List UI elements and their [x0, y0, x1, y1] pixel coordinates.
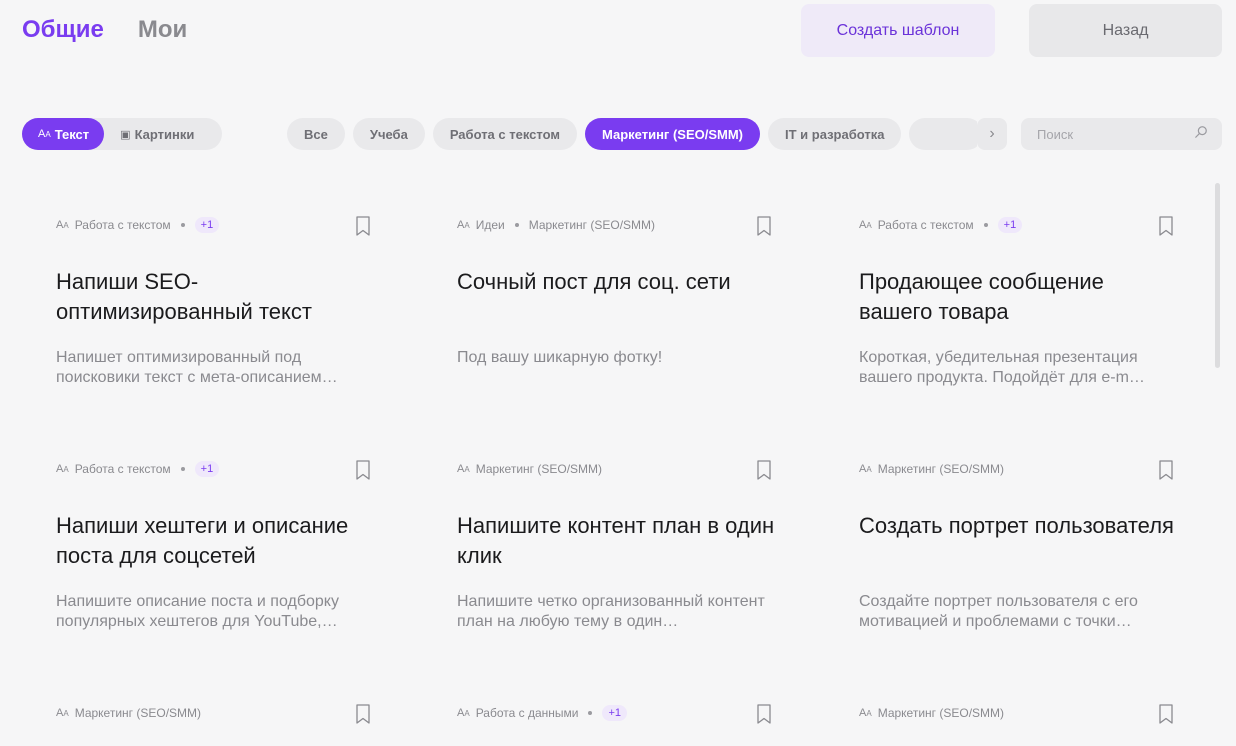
card-meta: AA Маркетинг (SEO/SMM) — [859, 700, 1177, 726]
text-icon: AA — [38, 128, 51, 140]
card-title: Напишите контент план в один клик — [457, 513, 775, 568]
card-meta: AA Работа с текстом +1 — [859, 212, 1177, 238]
category-chip-more[interactable] — [909, 118, 977, 150]
image-icon: ▣ — [120, 128, 131, 141]
chevron-right-icon[interactable]: › — [977, 118, 1007, 150]
search-icon[interactable] — [1194, 125, 1208, 144]
template-card[interactable]: AA Работа с текстом +1 Напиши хештеги и … — [56, 456, 374, 632]
card-category: Работа с текстом — [74, 462, 171, 476]
card-category: Работа с текстом — [877, 218, 974, 232]
separator-dot — [983, 223, 988, 227]
bookmark-icon[interactable] — [352, 702, 374, 726]
card-description: Напишет оптимизированный под поисковики … — [56, 349, 338, 386]
scrollbar[interactable] — [1215, 183, 1220, 368]
card-meta: AA Маркетинг (SEO/SMM) — [56, 700, 374, 726]
card-category: Маркетинг (SEO/SMM) — [475, 462, 603, 476]
card-description: Короткая, убедительная презентация вашег… — [859, 349, 1145, 386]
bookmark-icon[interactable] — [1155, 458, 1177, 482]
category-chip-all[interactable]: Все — [287, 118, 345, 150]
text-icon: AA — [859, 463, 872, 475]
category-chip-text-work[interactable]: Работа с текстом — [432, 118, 577, 150]
create-template-button[interactable]: Создать шаблон — [801, 4, 995, 57]
separator-dot — [180, 467, 185, 471]
bookmark-icon[interactable] — [352, 458, 374, 482]
template-card[interactable]: AA Маркетинг (SEO/SMM) — [859, 700, 1177, 726]
separator-dot — [180, 223, 185, 227]
bookmark-icon[interactable] — [753, 702, 775, 726]
card-category: Маркетинг (SEO/SMM) — [74, 706, 202, 720]
card-description: Напишите четко организованный контент пл… — [457, 593, 765, 630]
content-type-toggle: AA Текст ▣ Картинки — [22, 118, 222, 150]
template-card[interactable]: AA Маркетинг (SEO/SMM) Создать портрет п… — [859, 456, 1177, 632]
tab-general[interactable]: Общие — [22, 14, 104, 46]
extra-category-badge: +1 — [602, 705, 628, 721]
card-title: Создать портрет пользователя — [859, 513, 1174, 538]
card-category: Маркетинг (SEO/SMM) — [877, 706, 1005, 720]
card-description: Создайте портрет пользователя с его моти… — [859, 593, 1138, 630]
text-icon: AA — [457, 707, 470, 719]
search-input[interactable] — [1037, 126, 1177, 142]
text-icon: AA — [56, 219, 69, 231]
text-icon: AA — [56, 707, 69, 719]
card-category: Идеи — [475, 218, 505, 232]
template-card[interactable]: AA Идеи Маркетинг (SEO/SMM) Сочный пост … — [457, 212, 775, 368]
template-card[interactable]: AA Маркетинг (SEO/SMM) — [56, 700, 374, 726]
type-option-label: Текст — [54, 126, 90, 142]
card-meta: AA Работа с текстом +1 — [56, 456, 374, 482]
card-meta: AA Маркетинг (SEO/SMM) — [859, 456, 1177, 482]
category-chip-study[interactable]: Учеба — [352, 118, 425, 150]
bookmark-icon[interactable] — [753, 458, 775, 482]
card-description: Напишите описание поста и подборку попул… — [56, 593, 339, 630]
bookmark-icon[interactable] — [753, 214, 775, 238]
category-filter: Все Учеба Работа с текстом Маркетинг (SE… — [287, 118, 977, 150]
card-meta: AA Маркетинг (SEO/SMM) — [457, 456, 775, 482]
template-card[interactable]: AA Работа с текстом +1 Продающее сообщен… — [859, 212, 1177, 388]
tab-mine[interactable]: Мои — [138, 14, 187, 46]
card-title: Продающее сообщение вашего товара — [859, 269, 1104, 324]
card-title: Напиши хештеги и описание поста для соцс… — [56, 513, 349, 568]
text-icon: AA — [457, 219, 470, 231]
text-icon: AA — [859, 707, 872, 719]
card-title: Напиши SEO-оптимизированный текст — [56, 269, 312, 324]
type-option-images[interactable]: ▣ Картинки — [104, 118, 210, 150]
bookmark-icon[interactable] — [352, 214, 374, 238]
extra-category-badge: +1 — [194, 217, 220, 233]
text-icon: AA — [457, 463, 470, 475]
back-button[interactable]: Назад — [1029, 4, 1222, 57]
separator-dot — [514, 223, 519, 227]
top-tabs: Общие Мои — [22, 14, 187, 46]
separator-dot — [588, 711, 593, 715]
card-title: Сочный пост для соц. сети — [457, 269, 731, 294]
extra-category-badge: +1 — [194, 461, 220, 477]
type-option-label: Картинки — [134, 126, 195, 142]
card-category: Маркетинг (SEO/SMM) — [877, 462, 1005, 476]
card-meta: AA Идеи Маркетинг (SEO/SMM) — [457, 212, 775, 238]
card-meta: AA Работа с данными +1 — [457, 700, 775, 726]
card-secondary-category: Маркетинг (SEO/SMM) — [528, 218, 656, 232]
search-box — [1021, 118, 1222, 150]
card-category: Работа с текстом — [74, 218, 171, 232]
card-meta: AA Работа с текстом +1 — [56, 212, 374, 238]
card-description: Под вашу шикарную фотку! — [457, 349, 663, 366]
extra-category-badge: +1 — [997, 217, 1023, 233]
text-icon: AA — [56, 463, 69, 475]
category-chip-it[interactable]: IT и разработка — [768, 118, 902, 150]
text-icon: AA — [859, 219, 872, 231]
template-card[interactable]: AA Работа с текстом +1 Напиши SEO-оптими… — [56, 212, 374, 388]
template-card[interactable]: AA Работа с данными +1 — [457, 700, 775, 726]
category-chip-marketing[interactable]: Маркетинг (SEO/SMM) — [584, 118, 760, 150]
template-card[interactable]: AA Маркетинг (SEO/SMM) Напишите контент … — [457, 456, 775, 632]
bookmark-icon[interactable] — [1155, 702, 1177, 726]
type-option-text[interactable]: AA Текст — [22, 118, 105, 150]
bookmark-icon[interactable] — [1155, 214, 1177, 238]
card-category: Работа с данными — [475, 706, 579, 720]
